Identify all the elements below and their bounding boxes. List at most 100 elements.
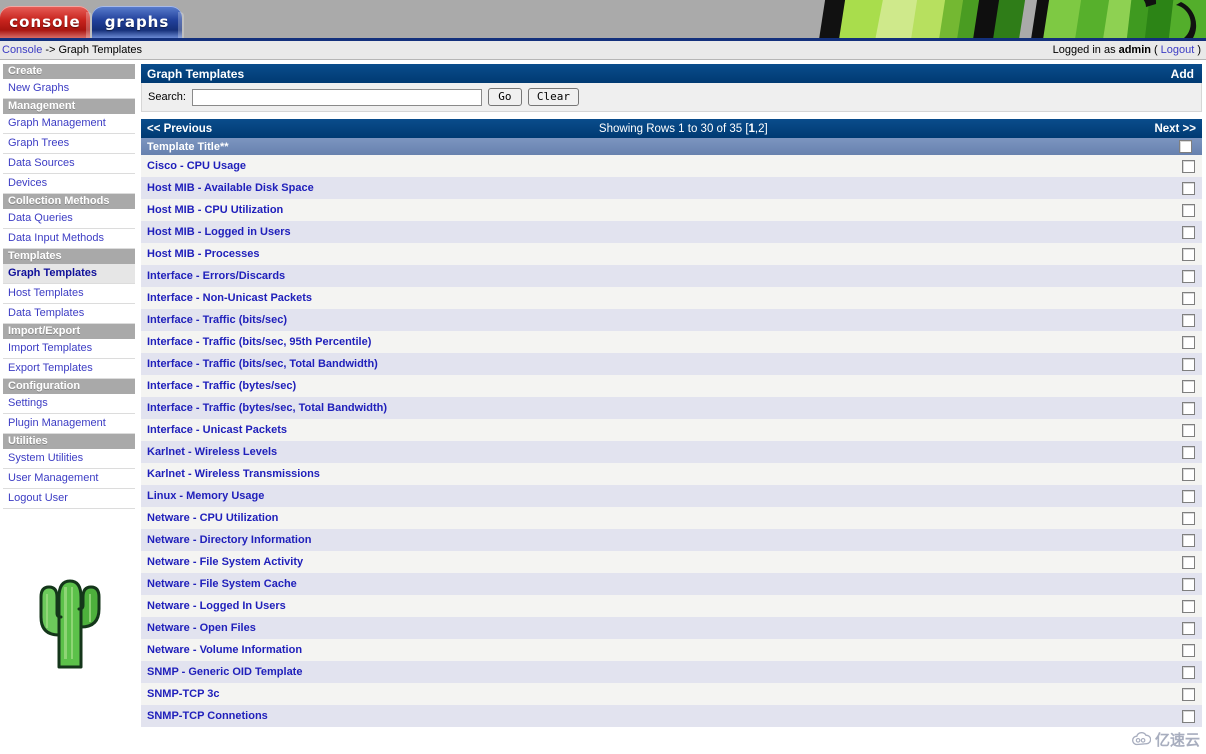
sidebar-item-host-templates[interactable]: Host Templates — [3, 284, 135, 304]
sidebar-item-graph-templates[interactable]: Graph Templates — [3, 264, 135, 284]
table-row[interactable]: Interface - Traffic (bytes/sec) — [141, 375, 1202, 397]
row-checkbox[interactable] — [1181, 599, 1195, 613]
table-row[interactable]: Interface - Traffic (bits/sec, 95th Perc… — [141, 331, 1202, 353]
sidebar-item-logout-user[interactable]: Logout User — [3, 489, 135, 509]
table-row[interactable]: Netware - File System Cache — [141, 573, 1202, 595]
breadcrumb-console-link[interactable]: Console — [2, 44, 42, 56]
add-template-link[interactable]: Add — [1171, 67, 1194, 81]
template-title-link[interactable]: Netware - File System Cache — [147, 578, 297, 590]
template-title-link[interactable]: Netware - Logged In Users — [147, 600, 286, 612]
template-title-link[interactable]: Interface - Traffic (bytes/sec, Total Ba… — [147, 402, 387, 414]
template-title-link[interactable]: Linux - Memory Usage — [147, 490, 264, 502]
sidebar-item-plugin-management[interactable]: Plugin Management — [3, 414, 135, 434]
template-title-link[interactable]: Interface - Unicast Packets — [147, 424, 287, 436]
table-row[interactable]: Netware - CPU Utilization — [141, 507, 1202, 529]
row-checkbox[interactable] — [1181, 357, 1195, 371]
table-row[interactable]: Linux - Memory Usage — [141, 485, 1202, 507]
row-checkbox[interactable] — [1181, 203, 1195, 217]
table-row[interactable]: SNMP-TCP 3c — [141, 683, 1202, 705]
tab-console[interactable]: console — [0, 6, 92, 38]
template-title-link[interactable]: Interface - Errors/Discards — [147, 270, 285, 282]
sidebar-item-export-templates[interactable]: Export Templates — [3, 359, 135, 379]
table-row[interactable]: Interface - Non-Unicast Packets — [141, 287, 1202, 309]
table-row[interactable]: Karlnet - Wireless Levels — [141, 441, 1202, 463]
column-header-template-title[interactable]: Template Title** — [147, 141, 1168, 153]
row-checkbox[interactable] — [1181, 643, 1195, 657]
table-row[interactable]: Host MIB - CPU Utilization — [141, 199, 1202, 221]
search-clear-button[interactable]: Clear — [527, 88, 580, 106]
previous-page-link[interactable]: << Previous — [147, 123, 212, 135]
row-checkbox[interactable] — [1181, 335, 1195, 349]
next-page-link[interactable]: Next >> — [1154, 123, 1196, 135]
sidebar-item-data-input-methods[interactable]: Data Input Methods — [3, 229, 135, 249]
row-checkbox[interactable] — [1181, 555, 1195, 569]
table-row[interactable]: SNMP-TCP Connetions — [141, 705, 1202, 727]
template-title-link[interactable]: SNMP - Generic OID Template — [147, 666, 302, 678]
template-title-link[interactable]: Host MIB - Available Disk Space — [147, 182, 314, 194]
table-row[interactable]: Interface - Unicast Packets — [141, 419, 1202, 441]
table-row[interactable]: Netware - Directory Information — [141, 529, 1202, 551]
sidebar-item-user-management[interactable]: User Management — [3, 469, 135, 489]
template-title-link[interactable]: Karlnet - Wireless Transmissions — [147, 468, 320, 480]
template-title-link[interactable]: Interface - Traffic (bits/sec, Total Ban… — [147, 358, 378, 370]
row-checkbox[interactable] — [1181, 247, 1195, 261]
sidebar-item-data-templates[interactable]: Data Templates — [3, 304, 135, 324]
row-checkbox[interactable] — [1181, 313, 1195, 327]
sidebar-item-import-templates[interactable]: Import Templates — [3, 339, 135, 359]
row-checkbox[interactable] — [1181, 159, 1195, 173]
table-row[interactable]: Host MIB - Processes — [141, 243, 1202, 265]
template-title-link[interactable]: Interface - Traffic (bits/sec) — [147, 314, 287, 326]
row-checkbox[interactable] — [1181, 423, 1195, 437]
table-row[interactable]: Interface - Traffic (bits/sec, Total Ban… — [141, 353, 1202, 375]
row-checkbox[interactable] — [1181, 489, 1195, 503]
row-checkbox[interactable] — [1181, 533, 1195, 547]
row-checkbox[interactable] — [1181, 379, 1195, 393]
tab-graphs[interactable]: graphs — [92, 6, 184, 38]
template-title-link[interactable]: Interface - Traffic (bits/sec, 95th Perc… — [147, 336, 371, 348]
table-row[interactable]: Netware - Logged In Users — [141, 595, 1202, 617]
row-checkbox[interactable] — [1181, 621, 1195, 635]
table-row[interactable]: Interface - Traffic (bytes/sec, Total Ba… — [141, 397, 1202, 419]
template-title-link[interactable]: Interface - Traffic (bytes/sec) — [147, 380, 296, 392]
template-title-link[interactable]: Netware - Directory Information — [147, 534, 311, 546]
template-title-link[interactable]: Host MIB - Logged in Users — [147, 226, 291, 238]
template-title-link[interactable]: Netware - Open Files — [147, 622, 256, 634]
sidebar-item-graph-trees[interactable]: Graph Trees — [3, 134, 135, 154]
sidebar-item-system-utilities[interactable]: System Utilities — [3, 449, 135, 469]
sidebar-item-data-queries[interactable]: Data Queries — [3, 209, 135, 229]
row-checkbox[interactable] — [1181, 511, 1195, 525]
table-row[interactable]: Interface - Errors/Discards — [141, 265, 1202, 287]
row-checkbox[interactable] — [1181, 181, 1195, 195]
template-title-link[interactable]: Netware - CPU Utilization — [147, 512, 278, 524]
table-row[interactable]: Host MIB - Logged in Users — [141, 221, 1202, 243]
template-title-link[interactable]: SNMP-TCP Connetions — [147, 710, 268, 722]
template-title-link[interactable]: SNMP-TCP 3c — [147, 688, 220, 700]
logout-link[interactable]: Logout — [1161, 44, 1195, 56]
row-checkbox[interactable] — [1181, 467, 1195, 481]
row-checkbox[interactable] — [1181, 577, 1195, 591]
table-row[interactable]: Interface - Traffic (bits/sec) — [141, 309, 1202, 331]
row-checkbox[interactable] — [1181, 445, 1195, 459]
sidebar-item-graph-management[interactable]: Graph Management — [3, 114, 135, 134]
template-title-link[interactable]: Interface - Non-Unicast Packets — [147, 292, 312, 304]
table-row[interactable]: Karlnet - Wireless Transmissions — [141, 463, 1202, 485]
page-list-rest[interactable]: ,2] — [755, 123, 768, 135]
template-title-link[interactable]: Host MIB - CPU Utilization — [147, 204, 283, 216]
table-row[interactable]: Netware - Open Files — [141, 617, 1202, 639]
row-checkbox[interactable] — [1181, 665, 1195, 679]
sidebar-item-data-sources[interactable]: Data Sources — [3, 154, 135, 174]
table-row[interactable]: Netware - File System Activity — [141, 551, 1202, 573]
template-title-link[interactable]: Netware - Volume Information — [147, 644, 302, 656]
table-row[interactable]: SNMP - Generic OID Template — [141, 661, 1202, 683]
row-checkbox[interactable] — [1181, 225, 1195, 239]
template-title-link[interactable]: Host MIB - Processes — [147, 248, 259, 260]
sidebar-item-devices[interactable]: Devices — [3, 174, 135, 194]
row-checkbox[interactable] — [1181, 269, 1195, 283]
template-title-link[interactable]: Netware - File System Activity — [147, 556, 303, 568]
row-checkbox[interactable] — [1181, 709, 1195, 723]
row-checkbox[interactable] — [1181, 687, 1195, 701]
table-row[interactable]: Netware - Volume Information — [141, 639, 1202, 661]
search-go-button[interactable]: Go — [487, 88, 522, 106]
row-checkbox[interactable] — [1181, 401, 1195, 415]
select-all-checkbox[interactable] — [1178, 140, 1192, 153]
